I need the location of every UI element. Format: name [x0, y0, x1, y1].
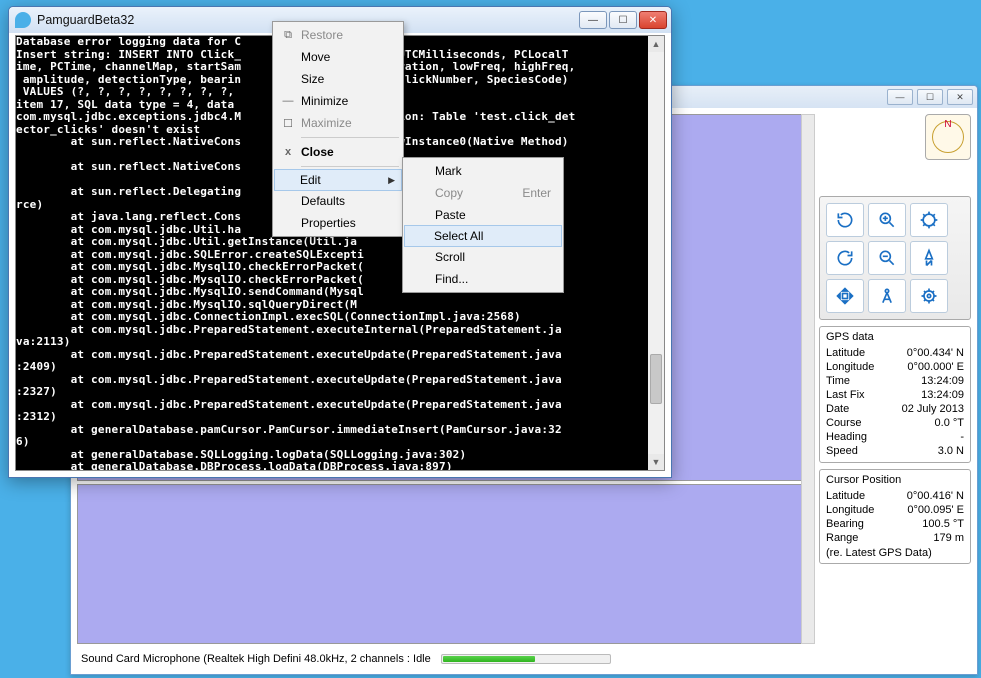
table-row: Speed3.0 N [826, 444, 964, 458]
console-scrollbar[interactable]: ▲ ▼ [648, 36, 664, 470]
minimize-button[interactable]: — [887, 89, 913, 105]
menu-defaults[interactable]: Defaults [275, 190, 401, 212]
status-progress [441, 654, 611, 664]
cursor-panel-note: (re. Latest GPS Data) [826, 547, 964, 559]
compass-north-label: N [944, 119, 951, 130]
zoom-out-icon[interactable] [868, 241, 906, 275]
menu-restore[interactable]: ⧉Restore [275, 24, 401, 46]
submenu-arrow-icon: ▶ [388, 175, 395, 186]
close-icon: x [281, 146, 295, 158]
compass-widget[interactable]: N [925, 114, 971, 160]
cursor-position-panel: Cursor Position Latitude0°00.416' N Long… [819, 469, 971, 564]
zoom-in-icon[interactable] [868, 203, 906, 237]
table-row: Bearing100.5 °T [826, 517, 964, 531]
pamguard-sidepanel: N GPS data Latitude0°00.434' N Longitude… [819, 114, 971, 644]
app-icon [15, 12, 31, 28]
table-row: Time13:24:09 [826, 374, 964, 388]
table-row: Latitude0°00.434' N [826, 346, 964, 360]
submenu-copy[interactable]: CopyEnter [405, 182, 561, 204]
scroll-down-icon[interactable]: ▼ [648, 454, 664, 470]
minimize-icon: — [281, 95, 295, 107]
table-row: Heading- [826, 430, 964, 444]
ship-wheel-icon[interactable] [910, 279, 948, 313]
system-menu: ⧉Restore Move Size —Minimize ☐Maximize x… [272, 21, 404, 237]
cursor-panel-title: Cursor Position [826, 474, 964, 486]
map-toolbox [819, 196, 971, 320]
menu-close[interactable]: xClose [275, 141, 401, 163]
submenu-find[interactable]: Find... [405, 268, 561, 290]
map-canvas-bottom[interactable] [77, 484, 813, 644]
menu-properties[interactable]: Properties [275, 212, 401, 234]
edit-submenu: Mark CopyEnter Paste Select All Scroll F… [402, 157, 564, 293]
close-button[interactable]: ✕ [947, 89, 973, 105]
north-icon[interactable] [910, 241, 948, 275]
table-row: Longitude0°00.095' E [826, 503, 964, 517]
status-bar: Sound Card Microphone (Realtek High Defi… [81, 650, 967, 668]
compass-tool-icon[interactable] [868, 279, 906, 313]
rotate-ccw-icon[interactable] [826, 203, 864, 237]
menu-separator [301, 166, 399, 167]
status-text: Sound Card Microphone (Realtek High Defi… [81, 653, 431, 665]
submenu-select-all[interactable]: Select All [404, 225, 562, 247]
submenu-mark[interactable]: Mark [405, 160, 561, 182]
maximize-icon: ☐ [281, 117, 295, 130]
pan-icon[interactable] [826, 279, 864, 313]
table-row: Last Fix13:24:09 [826, 388, 964, 402]
wheel-icon[interactable] [910, 203, 948, 237]
rotate-cw-icon[interactable] [826, 241, 864, 275]
table-row: Longitude0°00.000' E [826, 360, 964, 374]
table-row: Latitude0°00.416' N [826, 489, 964, 503]
console-maximize-button[interactable]: ☐ [609, 11, 637, 29]
submenu-scroll[interactable]: Scroll [405, 246, 561, 268]
menu-maximize[interactable]: ☐Maximize [275, 112, 401, 134]
menu-size[interactable]: Size [275, 68, 401, 90]
menu-edit[interactable]: Edit▶ [274, 169, 402, 191]
menu-separator [301, 137, 399, 138]
scroll-up-icon[interactable]: ▲ [648, 36, 664, 52]
gps-data-panel: GPS data Latitude0°00.434' N Longitude0°… [819, 326, 971, 463]
menu-minimize[interactable]: —Minimize [275, 90, 401, 112]
submenu-paste[interactable]: Paste [405, 204, 561, 226]
table-row: Date02 July 2013 [826, 402, 964, 416]
map-scrollbar[interactable] [801, 114, 815, 644]
accel-label: Enter [522, 186, 551, 200]
table-row: Range179 m [826, 531, 964, 545]
console-close-button[interactable]: ✕ [639, 11, 667, 29]
menu-move[interactable]: Move [275, 46, 401, 68]
maximize-button[interactable]: ☐ [917, 89, 943, 105]
console-minimize-button[interactable]: — [579, 11, 607, 29]
table-row: Course0.0 °T [826, 416, 964, 430]
scrollbar-thumb[interactable] [650, 354, 662, 404]
gps-panel-title: GPS data [826, 331, 964, 343]
restore-icon: ⧉ [281, 29, 295, 42]
